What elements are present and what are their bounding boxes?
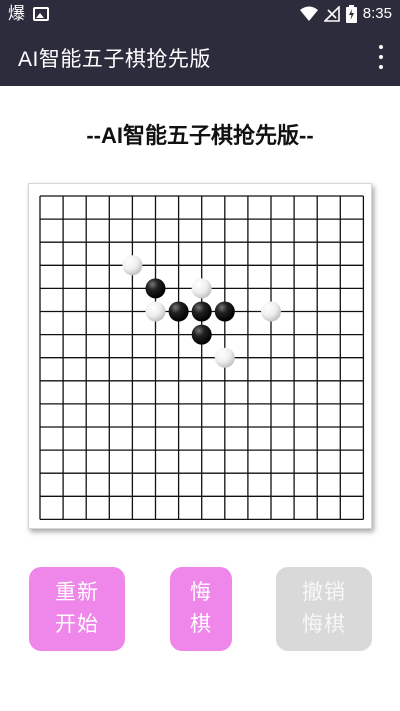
no-signal-icon xyxy=(323,6,340,22)
restart-label-line1: 重新 xyxy=(55,581,99,604)
wifi-icon xyxy=(299,6,318,21)
white-stone xyxy=(122,255,143,276)
redo-undo-button[interactable]: 撤销 悔棋 xyxy=(276,567,372,651)
black-stone xyxy=(168,301,189,322)
menu-dot xyxy=(379,65,383,69)
notification-app-icon: 爆 xyxy=(8,4,25,24)
redo-label-line1: 撤销 xyxy=(302,581,346,604)
gomoku-board[interactable] xyxy=(29,184,373,530)
image-icon xyxy=(33,7,49,21)
status-bar: 爆 8:35 xyxy=(0,0,400,28)
black-stone xyxy=(214,301,235,322)
more-vert-icon[interactable] xyxy=(376,45,386,69)
app-title: AI智能五子棋抢先版 xyxy=(18,48,211,71)
undo-button[interactable]: 悔 棋 xyxy=(170,567,232,651)
black-stone xyxy=(191,324,212,345)
black-stone xyxy=(145,278,166,299)
white-stone xyxy=(261,301,281,322)
status-right-icons: 8:35 xyxy=(299,3,392,25)
battery-charging-icon xyxy=(345,5,357,23)
status-time: 8:35 xyxy=(362,5,392,22)
status-left-icons: 爆 xyxy=(8,4,49,24)
white-stone xyxy=(214,347,235,368)
app-bar: AI智能五子棋抢先版 xyxy=(0,28,400,86)
page-heading: --AI智能五子棋抢先版-- xyxy=(86,123,314,148)
restart-button[interactable]: 重新 开始 xyxy=(29,567,125,651)
undo-label-line2: 棋 xyxy=(190,613,212,636)
undo-label-line1: 悔 xyxy=(190,581,212,604)
white-stone xyxy=(191,278,212,299)
menu-dot xyxy=(379,45,383,49)
restart-label-line2: 开始 xyxy=(55,613,99,636)
redo-label-line2: 悔棋 xyxy=(302,613,346,636)
gomoku-board-panel xyxy=(28,183,372,529)
black-stone xyxy=(191,301,212,322)
white-stone xyxy=(145,301,166,322)
board-grid xyxy=(39,195,365,521)
menu-dot xyxy=(379,55,383,59)
